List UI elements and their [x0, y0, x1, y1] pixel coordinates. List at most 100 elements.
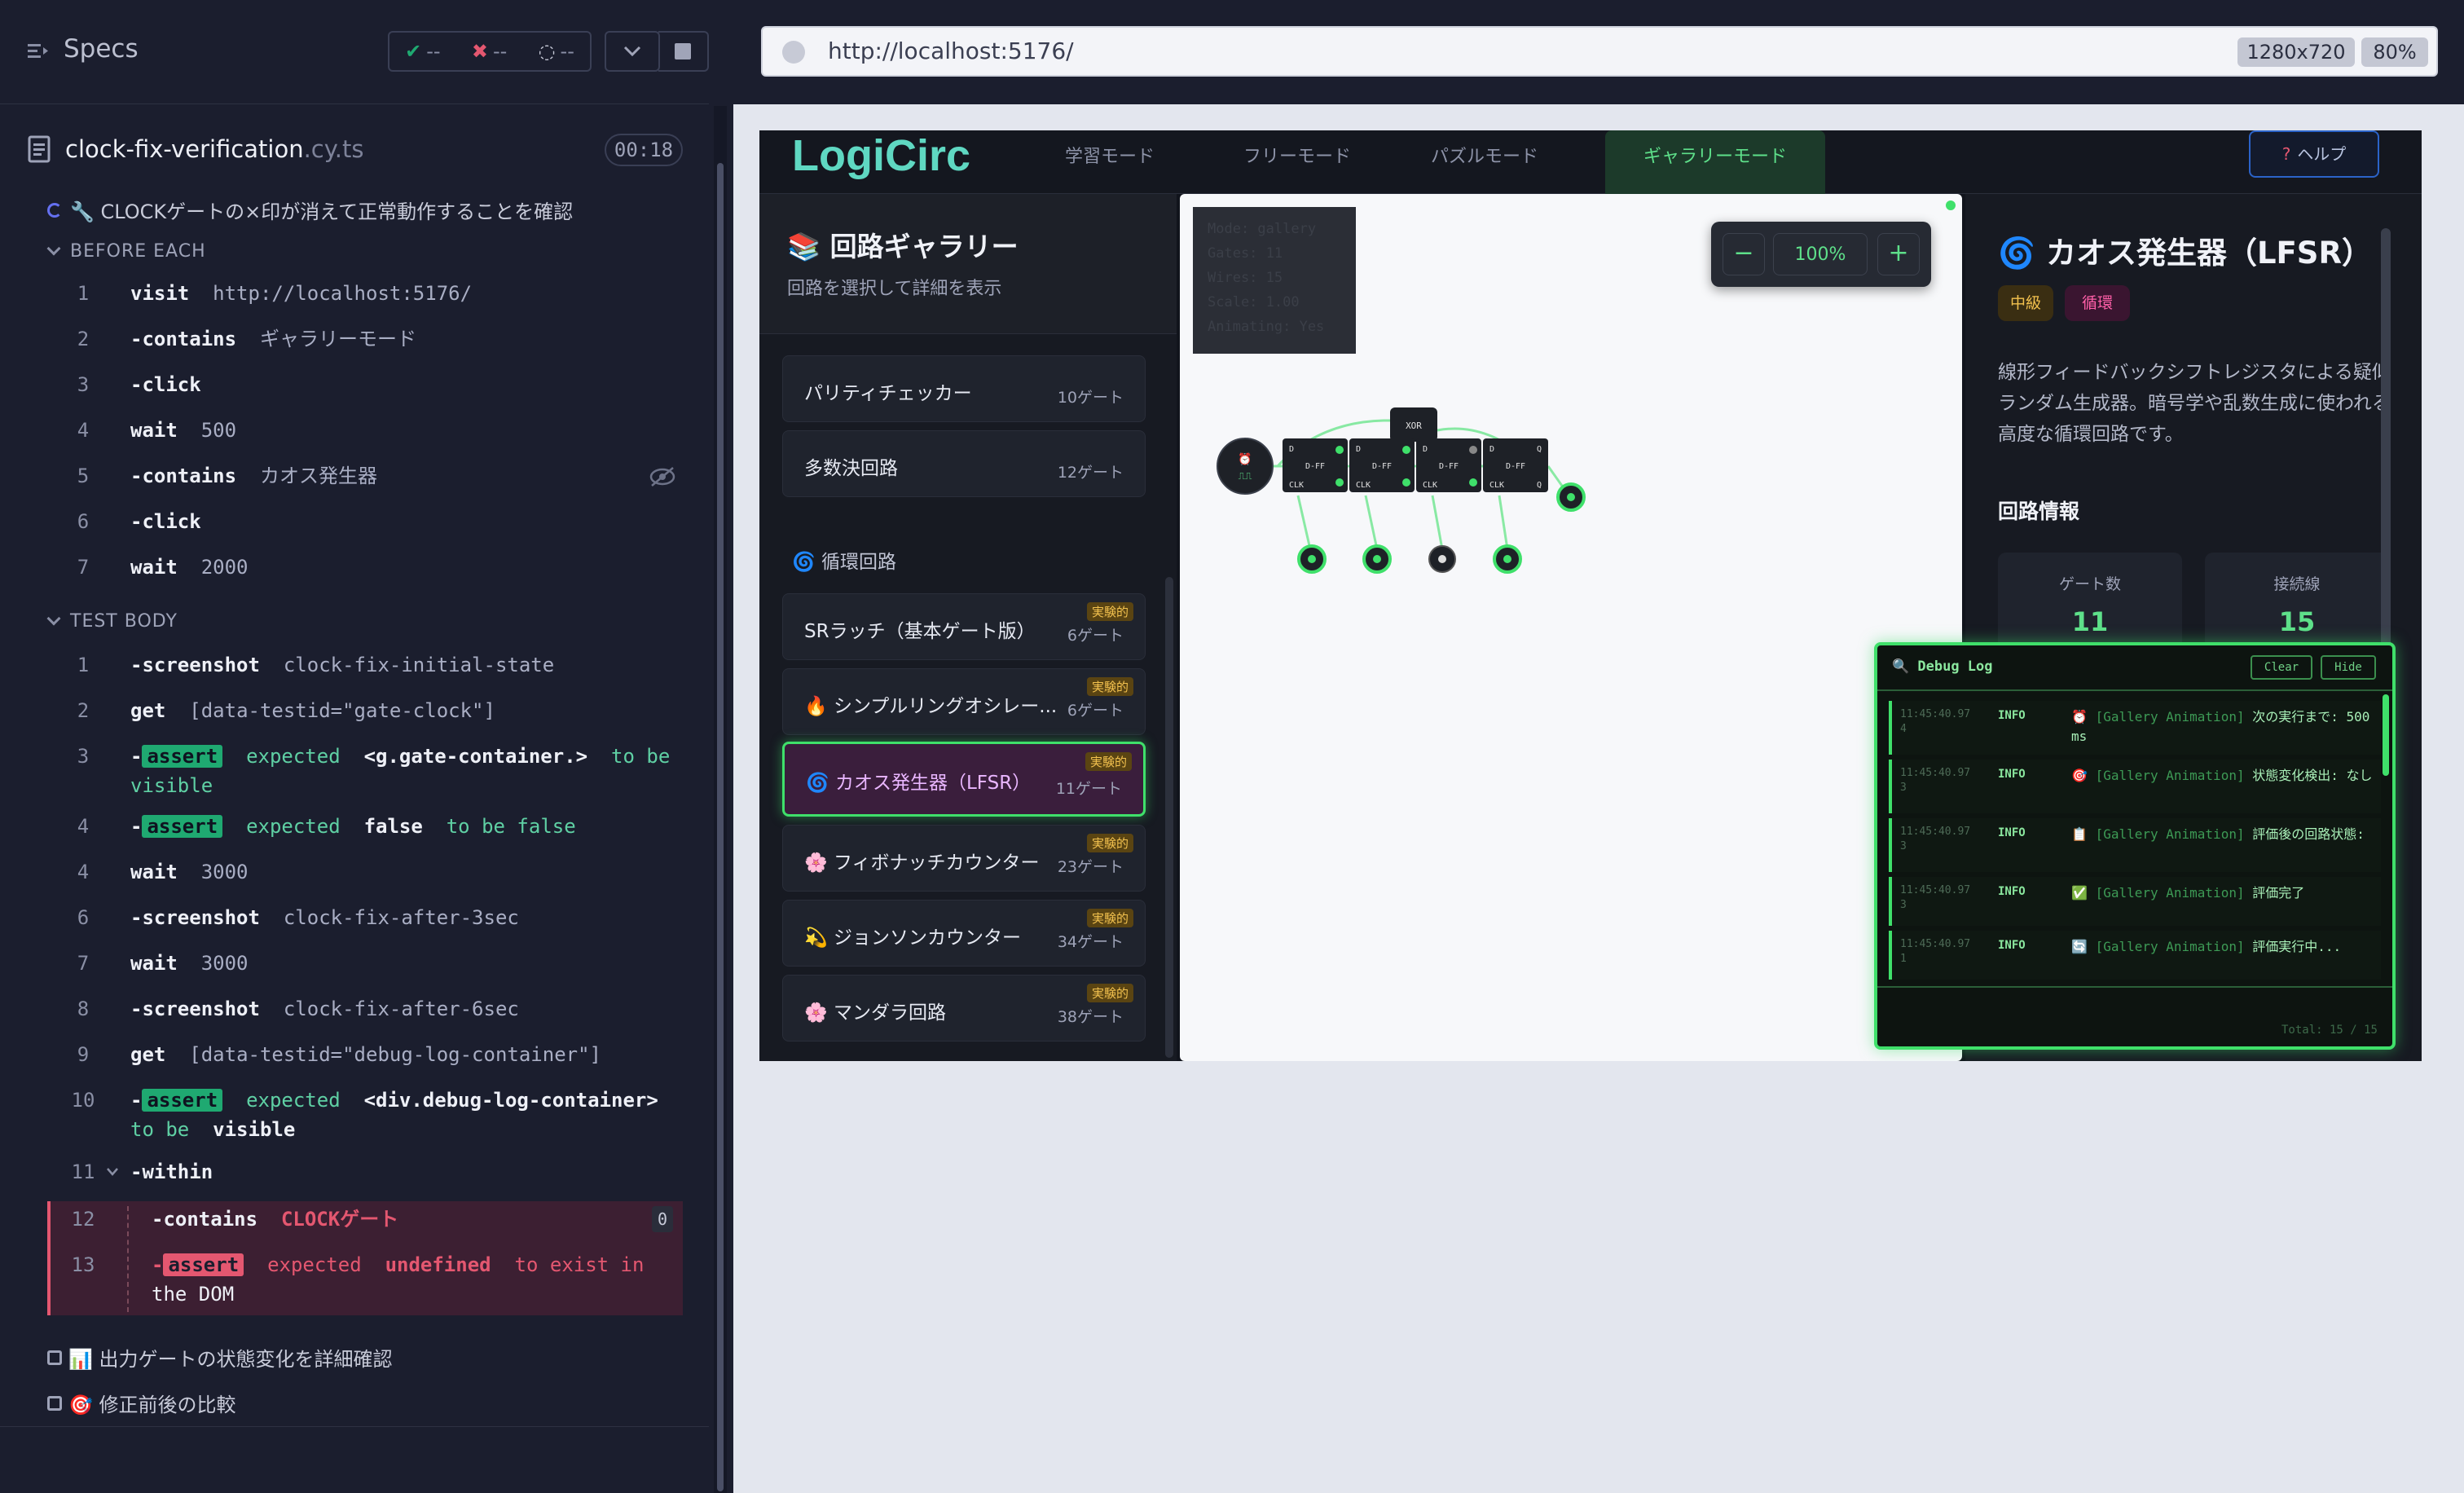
gallery-scrollbar[interactable]	[1165, 577, 1173, 1058]
gallery-item[interactable]: 💫 ジョンソンカウンター 実験的 34ゲート	[782, 900, 1146, 967]
stop-button[interactable]	[658, 31, 709, 72]
log-timestamp: 11:45:40.97 1	[1900, 938, 1971, 965]
gallery-item[interactable]: パリティチェッカー 10ゲート	[782, 355, 1146, 422]
assert-badge: assert	[142, 745, 223, 768]
svg-text:⏰: ⏰	[1238, 451, 1252, 466]
gallery-item[interactable]: 🌸 マンダラ回路 実験的 38ゲート	[782, 975, 1146, 1042]
gate-pin-label: Q	[1537, 481, 1542, 490]
gallery-item-count: 6ゲート	[1067, 702, 1124, 720]
assert-row[interactable]: 3- assert expected <g.gate-container.> to…	[49, 742, 683, 800]
stat-label: ゲート数	[2058, 575, 2121, 593]
chevron-down-icon	[107, 1168, 118, 1176]
app-under-test: LogiCirc 学習モード フリーモード パズルモード ギャラリーモード ? ヘ…	[759, 130, 2422, 1061]
viewport-size-badge[interactable]: 1280x720	[2237, 37, 2355, 67]
clock-gate[interactable]: ⏰ ⎍⎍	[1217, 438, 1274, 495]
experimental-badge: 実験的	[1086, 909, 1133, 927]
top-navigation: LogiCirc 学習モード フリーモード パズルモード ギャラリーモード ? ヘ…	[759, 130, 2422, 194]
log-timestamp: 11:45:40.97 3	[1900, 884, 1971, 911]
test-item[interactable]: 🎯 修正前後の比較	[47, 1389, 236, 1417]
tab-learning[interactable]: 学習モード	[1028, 130, 1191, 194]
stat-card: 接続線 15	[2205, 553, 2389, 650]
tab-free[interactable]: フリーモード	[1216, 130, 1379, 194]
help-button[interactable]: ? ヘルプ	[2249, 130, 2379, 178]
xor-gate[interactable]: XOR	[1390, 407, 1437, 442]
circuit-diagram[interactable]: ⏰ ⎍⎍ XOR D-FF D CLK D-FF D CLK D-FF D CLK D-FF…	[1180, 194, 1962, 683]
command-name: -contains	[152, 1208, 258, 1231]
dff-gate[interactable]: D-FF D CLK Q Q	[1483, 438, 1548, 492]
output-gate[interactable]	[1362, 544, 1392, 574]
pending-count: --	[560, 40, 574, 63]
runner-scroll-thumb[interactable]	[717, 163, 724, 1491]
tab-gallery[interactable]: ギャラリーモード	[1605, 130, 1825, 194]
assert-value: undefined	[385, 1253, 491, 1276]
command-arg: 2000	[200, 556, 249, 579]
debug-log-scrollbar[interactable]	[2383, 694, 2389, 776]
gallery-item-selected[interactable]: 🌀 カオス発生器（LFSR） 実験的 11ゲート	[782, 742, 1146, 817]
gate-label: D-FF	[1506, 462, 1525, 471]
experimental-badge: 実験的	[1086, 602, 1133, 621]
failed-count: --	[492, 40, 508, 63]
command-number: 3	[77, 373, 90, 396]
output-gate[interactable]	[1428, 545, 1456, 573]
gallery-item[interactable]: SRラッチ（基本ゲート版） 実験的 6ゲート	[782, 593, 1146, 660]
test-item[interactable]: 📊 出力ゲートの状態変化を詳細確認	[47, 1343, 393, 1372]
assert-text: expected	[246, 815, 341, 838]
assert-text: expected	[267, 1253, 362, 1276]
category-tag: 循環	[2065, 285, 2130, 321]
gallery-item[interactable]: 多数決回路 12ゲート	[782, 430, 1146, 497]
before-each-header[interactable]: BEFORE EACH	[46, 241, 206, 262]
detail-description: 線形フィードバックシフトレジスタによる疑似ランダム生成器。暗号学や乱数生成に使わ…	[1998, 362, 2391, 445]
assert-text: to be	[611, 745, 671, 768]
spec-file-basename: clock-fix-verification	[65, 135, 304, 163]
command-name: -screenshot	[130, 654, 260, 676]
category-cyclic: 🌀 循環回路	[792, 552, 896, 573]
options-dropdown-button[interactable]	[605, 31, 660, 72]
assert-badge: assert	[163, 1253, 244, 1276]
log-text: 評価後の回路状態:	[2252, 826, 2365, 842]
eye-slash-icon[interactable]	[649, 466, 676, 487]
tab-puzzle[interactable]: パズルモード	[1403, 130, 1566, 194]
command-name: wait	[130, 952, 178, 975]
command-number: 4	[77, 815, 90, 838]
stop-icon	[675, 43, 691, 59]
gallery-item-count: 23ゲート	[1057, 858, 1124, 876]
gallery-sidebar: 📚 回路ギャラリー 回路を選択して詳細を表示 パリティチェッカー 10ゲート 多数…	[759, 194, 1177, 1061]
circuit-canvas[interactable]: Mode: gallery Gates: 11 Wires: 15 Scale:…	[1180, 194, 1962, 1061]
assert-text: visible	[130, 774, 213, 797]
logo[interactable]: LogiCirc	[792, 130, 970, 181]
gallery-item[interactable]: 🌸 フィボナッチカウンター 実験的 23ゲート	[782, 825, 1146, 892]
output-gate[interactable]	[1297, 544, 1327, 574]
failed-assert-row[interactable]: 13- assert expected undefined to exist in…	[49, 1250, 683, 1309]
command-name: -within	[130, 1160, 213, 1183]
spec-file-name[interactable]: clock-fix-verification.cy.ts	[65, 135, 363, 163]
log-entry: 11:45:40.97 4 INFO ⏰ [Gallery Animation] 次…	[1889, 701, 2381, 755]
output-gate[interactable]	[1493, 544, 1522, 574]
gallery-item-name: 🌸 マンダラ回路	[804, 1002, 946, 1024]
dff-gate[interactable]: D-FF D CLK	[1349, 438, 1415, 492]
gallery-item[interactable]: 🔥 シンプルリングオシレー... 実験的 6ゲート	[782, 668, 1146, 735]
log-timestamp: 11:45:40.97 3	[1900, 767, 1971, 794]
test-title: 📊 出力ゲートの状態変化を詳細確認	[68, 1348, 393, 1371]
suite-title[interactable]: 🔧 CLOCKゲートの×印が消えて正常動作することを確認	[47, 196, 573, 224]
output-gate[interactable]	[1556, 482, 1586, 512]
document-icon	[28, 135, 51, 163]
clear-button[interactable]: Clear	[2251, 655, 2312, 680]
dff-gate[interactable]: D-FF D CLK	[1283, 438, 1348, 492]
log-source: [Gallery Animation]	[2095, 885, 2245, 901]
url-text[interactable]: http://localhost:5176/	[828, 37, 1074, 64]
gate-pin-label: Q	[1537, 445, 1542, 454]
dff-gate[interactable]: D-FF D CLK	[1416, 438, 1481, 492]
test-title: 🎯 修正前後の比較	[68, 1394, 236, 1416]
gallery-item-count: 12ゲート	[1057, 464, 1124, 482]
hide-button[interactable]: Hide	[2321, 655, 2376, 680]
url-bar[interactable]: http://localhost:5176/ 1280x720 80%	[761, 26, 2438, 77]
gallery-item-name: 多数決回路	[804, 458, 898, 479]
assert-row[interactable]: 10- assert expected <div.debug-log-contai…	[49, 1086, 683, 1144]
specs-label[interactable]: Specs	[64, 34, 139, 64]
test-body-header[interactable]: TEST BODY	[46, 611, 178, 632]
command-name: -contains	[130, 328, 237, 350]
assert-value: <div.debug-log-container>	[363, 1089, 658, 1112]
specs-list-icon[interactable]	[26, 39, 51, 64]
gate-label: XOR	[1406, 421, 1422, 431]
check-icon: ✅	[2071, 885, 2088, 901]
